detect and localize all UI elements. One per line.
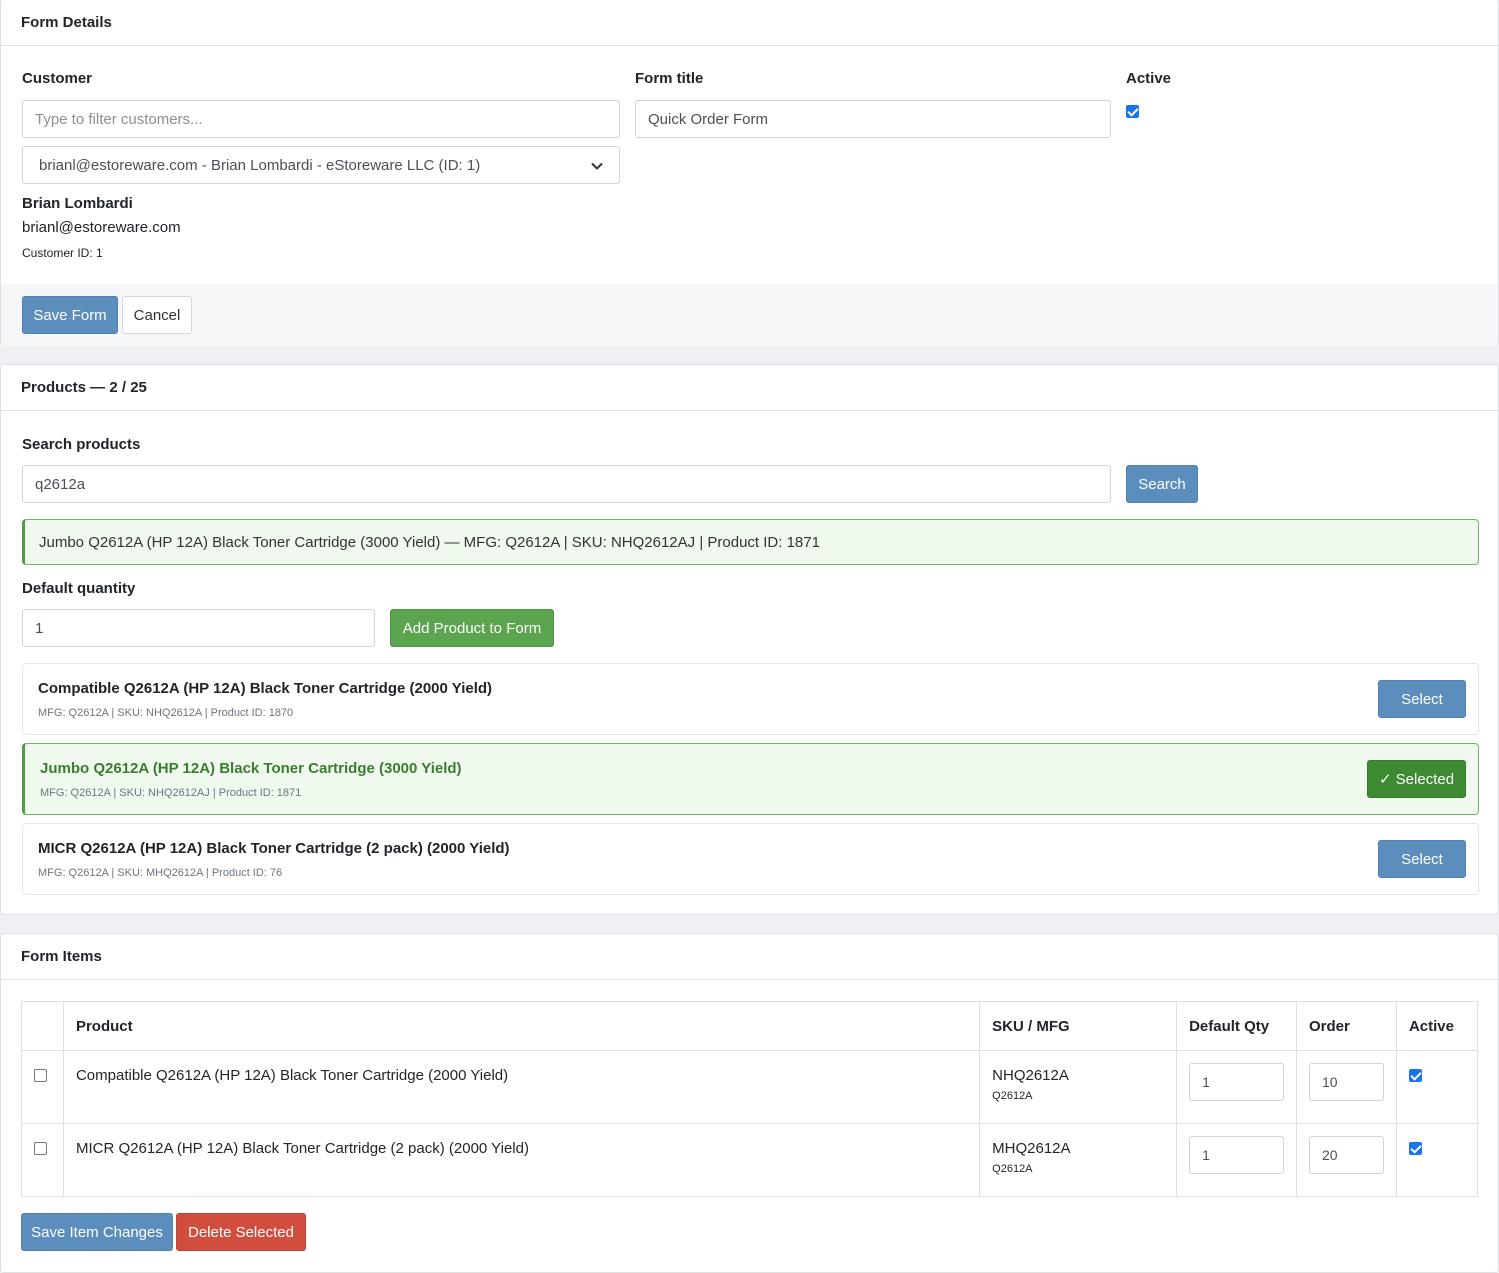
column-header-select [21,1001,64,1051]
column-header-default-qty: Default Qty [1176,1001,1298,1051]
row-qty-cell: 1 [1176,1050,1298,1124]
default-quantity-label: Default quantity [22,580,136,597]
row-active-cell [1395,1123,1479,1197]
product-result-title: Compatible Q2612A (HP 12A) Black Toner C… [38,680,493,697]
row-select-checkbox[interactable] [34,1142,47,1155]
row-mfg: Q2612A [992,1090,1033,1102]
chevron-down-icon [591,157,603,174]
row-qty-input[interactable]: 1 [1189,1063,1285,1101]
row-order-cell: 20 [1296,1123,1397,1197]
cancel-button[interactable]: Cancel [122,296,192,334]
column-header-sku-mfg: SKU / MFG [979,1001,1178,1051]
product-result-title: Jumbo Q2612A (HP 12A) Black Toner Cartri… [40,760,462,777]
search-products-input[interactable] [22,465,1111,503]
active-checkbox[interactable] [1126,105,1139,118]
row-select-checkbox[interactable] [34,1069,47,1082]
product-result-meta: MFG: Q2612A | SKU: NHQ2612A | Product ID… [38,707,294,719]
product-result-title: MICR Q2612A (HP 12A) Black Toner Cartrid… [38,840,510,857]
row-select-cell [21,1050,64,1124]
products-card: Products — 2 / 25 Search products Search… [0,364,1499,915]
customer-select[interactable]: brianl@estoreware.com - Brian Lombardi -… [22,146,620,184]
form-details-card: Form Details Customer brianl@estoreware.… [0,0,1499,346]
column-header-product: Product [62,1001,981,1051]
delete-selected-button[interactable]: Delete Selected [176,1213,306,1251]
selected-product-summary: Jumbo Q2612A (HP 12A) Black Toner Cartri… [22,519,1479,565]
column-header-order: Order [1296,1001,1397,1051]
customer-email: brianl@estoreware.com [22,219,181,236]
row-select-cell [21,1123,64,1197]
product-result-meta: MFG: Q2612A | SKU: NHQ2612AJ | Product I… [40,787,302,799]
form-details-header: Form Details [1,0,1498,46]
search-button[interactable]: Search [1126,465,1198,503]
row-active-checkbox[interactable] [1408,1069,1422,1082]
product-result-item-selected[interactable]: Jumbo Q2612A (HP 12A) Black Toner Cartri… [22,743,1479,815]
form-title-label: Form title [635,70,704,87]
column-header-active: Active [1395,1001,1479,1051]
row-sku: MHQ2612A [992,1140,1071,1157]
default-quantity-input[interactable] [22,609,375,647]
form-items-header: Form Items [1,934,1498,980]
select-product-button[interactable]: Select [1378,680,1466,718]
row-product: Compatible Q2612A (HP 12A) Black Toner C… [62,1050,981,1124]
row-qty-input[interactable]: 1 [1189,1136,1285,1174]
table-row: Compatible Q2612A (HP 12A) Black Toner C… [21,1050,1479,1124]
customer-filter-input[interactable] [22,100,620,138]
selected-product-button[interactable]: ✓ Selected [1367,760,1466,798]
product-result-item[interactable]: MICR Q2612A (HP 12A) Black Toner Cartrid… [22,823,1479,895]
active-label: Active [1126,70,1172,87]
products-header: Products — 2 / 25 [1,365,1498,411]
product-result-item[interactable]: Compatible Q2612A (HP 12A) Black Toner C… [22,663,1479,735]
form-title-input[interactable] [635,100,1111,138]
save-item-changes-button[interactable]: Save Item Changes [21,1213,173,1251]
form-details-footer [1,284,1498,346]
row-sku: NHQ2612A [992,1067,1069,1084]
row-order-cell: 10 [1296,1050,1397,1124]
row-sku-mfg: MHQ2612A Q2612A [979,1123,1178,1197]
row-order-input[interactable]: 20 [1309,1136,1384,1174]
row-sku-mfg: NHQ2612A Q2612A [979,1050,1178,1124]
select-product-button[interactable]: Select [1378,840,1466,878]
row-product: MICR Q2612A (HP 12A) Black Toner Cartrid… [62,1123,981,1197]
search-products-label: Search products [22,436,141,453]
table-row: MICR Q2612A (HP 12A) Black Toner Cartrid… [21,1123,1479,1197]
customer-label: Customer [22,70,93,87]
save-form-button[interactable]: Save Form [22,296,118,334]
row-active-cell [1395,1050,1479,1124]
add-product-button[interactable]: Add Product to Form [390,609,554,647]
customer-id: Customer ID: 1 [22,246,103,260]
row-qty-cell: 1 [1176,1123,1298,1197]
table-header-row: Product SKU / MFG Default Qty Order Acti… [21,1001,1479,1051]
customer-name: Brian Lombardi [22,195,133,212]
row-mfg: Q2612A [992,1163,1033,1175]
row-order-input[interactable]: 10 [1309,1063,1384,1101]
form-items-table: Product SKU / MFG Default Qty Order Acti… [21,1001,1479,1197]
product-result-meta: MFG: Q2612A | SKU: MHQ2612A | Product ID… [38,867,283,879]
selected-product-summary-text: Jumbo Q2612A (HP 12A) Black Toner Cartri… [39,533,820,551]
customer-select-value: brianl@estoreware.com - Brian Lombardi -… [39,156,481,174]
row-active-checkbox[interactable] [1408,1142,1422,1155]
